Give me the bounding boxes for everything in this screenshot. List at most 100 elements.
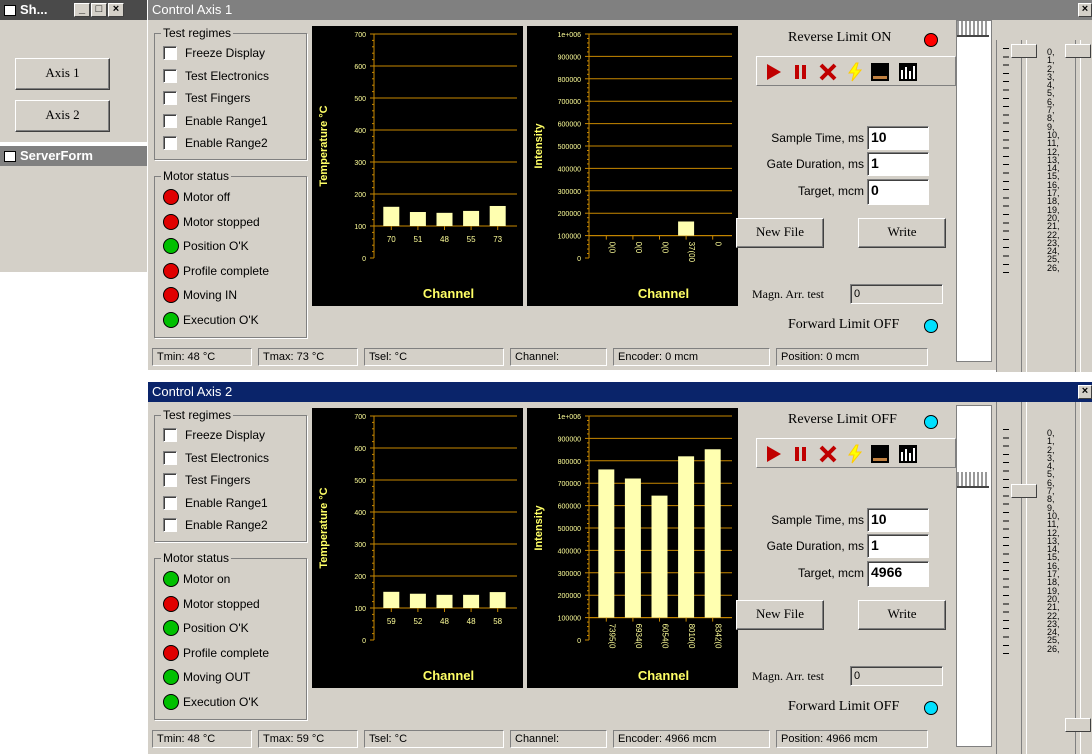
maximize-button[interactable]: □ (91, 3, 107, 17)
test-regime-checkbox[interactable]: Freeze Display (163, 428, 265, 442)
magn-arr-test-input[interactable]: 0 (850, 666, 943, 686)
minimize-button[interactable]: _ (74, 3, 90, 17)
checkbox-box[interactable] (163, 136, 177, 150)
target-label: Target, mcm (797, 566, 864, 580)
y-tick-label: 100000 (558, 616, 581, 623)
gate-duration-input[interactable]: 1 (867, 152, 929, 176)
checkbox-box[interactable] (163, 473, 177, 487)
window-icon (4, 5, 16, 17)
slider-thumb[interactable] (1011, 484, 1037, 498)
test-regime-checkbox[interactable]: Enable Range1 (163, 113, 268, 128)
checkbox-box[interactable] (163, 91, 177, 105)
checkbox-box[interactable] (163, 46, 177, 60)
status-label: Profile complete (183, 645, 270, 660)
checkbox-box[interactable] (163, 68, 177, 83)
gate-duration-input[interactable]: 1 (867, 534, 929, 558)
test-regime-checkbox[interactable]: Freeze Display (163, 46, 265, 60)
pause-icon[interactable] (791, 444, 811, 464)
slider-track[interactable] (1021, 402, 1027, 754)
checkbox-label: Test Fingers (185, 473, 251, 487)
stop-icon[interactable] (818, 62, 838, 82)
sample-time-input[interactable]: 10 (867, 508, 929, 532)
server-form-title: ServerForm (20, 148, 93, 163)
checkbox-label: Enable Range2 (185, 518, 268, 532)
y-axis-label: Intensity (533, 505, 545, 551)
write-button[interactable]: Write (858, 218, 946, 248)
bar (489, 205, 506, 226)
slider-thumb-2[interactable] (1065, 718, 1091, 732)
status-label: Motor on (183, 572, 231, 586)
y-tick-label: 100 (354, 606, 366, 613)
y-tick-label: 700000 (558, 481, 581, 488)
slider-track[interactable] (1021, 40, 1027, 372)
motor-status-item: Motor stopped (163, 213, 260, 230)
lightning-icon[interactable] (845, 62, 865, 82)
small-window-title: Sh... (20, 2, 48, 17)
test-regime-checkbox[interactable]: Test Electronics (163, 68, 270, 83)
test-regime-checkbox[interactable]: Test Electronics (163, 450, 269, 465)
close-button[interactable]: × (108, 3, 124, 17)
slider-thumb-2[interactable] (1065, 44, 1091, 58)
forward-limit-indicator-icon (924, 701, 938, 715)
bar (463, 594, 480, 608)
checkbox-box[interactable] (163, 428, 177, 442)
window-icon (4, 151, 16, 163)
target-input[interactable]: 0 (867, 179, 929, 205)
target-input[interactable]: 4966 (867, 561, 929, 587)
slider-thumb[interactable] (1011, 44, 1037, 58)
status-led-icon (163, 213, 179, 230)
control-axis-titlebar[interactable]: Control Axis 2 (148, 382, 1092, 402)
monitor-icon[interactable] (870, 62, 890, 82)
x-axis-label: Channel (423, 668, 474, 683)
status-field: Tmax: 59 °C (258, 730, 358, 748)
test-regime-checkbox[interactable]: Enable Range1 (163, 495, 268, 510)
checkbox-box[interactable] (163, 113, 177, 128)
checkbox-box[interactable] (163, 495, 177, 510)
y-tick-label: 400000 (558, 166, 581, 173)
bar-chart-icon[interactable] (898, 62, 918, 82)
status-led-icon (163, 238, 179, 255)
bar (598, 469, 615, 618)
pause-icon[interactable] (791, 62, 811, 82)
test-regime-checkbox[interactable]: Test Fingers (163, 473, 250, 487)
play-icon[interactable] (764, 444, 784, 464)
new-file-button[interactable]: New File (736, 218, 824, 248)
axis-2-button[interactable]: Axis 2 (15, 100, 110, 132)
close-button[interactable]: × (1078, 3, 1092, 17)
new-file-button[interactable]: New File (736, 600, 824, 630)
test-regime-checkbox[interactable]: Test Fingers (163, 91, 250, 105)
status-field: Channel: (510, 730, 607, 748)
y-tick-label: 500000 (558, 526, 581, 533)
axis-1-button[interactable]: Axis 1 (15, 58, 110, 90)
bar-value-label: 0(0 (607, 242, 616, 254)
bar-chart-icon[interactable] (898, 444, 918, 464)
position-ruler (956, 20, 992, 362)
server-form-window: ServerForm (0, 146, 147, 272)
status-label: Moving IN (183, 288, 238, 303)
stop-icon[interactable] (818, 444, 838, 464)
checkbox-box[interactable] (163, 518, 177, 532)
checkbox-box[interactable] (163, 450, 177, 465)
close-button[interactable]: × (1078, 385, 1092, 399)
reverse-limit-indicator-icon (924, 33, 938, 47)
status-led-icon (163, 620, 179, 637)
slider-track-2[interactable] (1075, 40, 1081, 372)
write-button[interactable]: Write (858, 600, 946, 630)
motor-status-item: Profile complete (163, 644, 270, 661)
sample-time-input[interactable]: 10 (867, 126, 929, 150)
lightning-icon[interactable] (845, 444, 865, 464)
monitor-icon[interactable] (870, 444, 890, 464)
bar (409, 212, 426, 226)
bar-value-label: 8010(0 (687, 624, 696, 649)
test-regime-checkbox[interactable]: Enable Range2 (163, 136, 268, 150)
play-icon[interactable] (764, 62, 784, 82)
slider-track-2[interactable] (1075, 402, 1081, 754)
server-form-titlebar[interactable]: ServerForm (0, 146, 147, 166)
bar (678, 221, 695, 236)
checkbox-label: Test Electronics (185, 68, 270, 83)
magn-arr-test-input[interactable]: 0 (850, 284, 943, 304)
control-axis-titlebar[interactable]: Control Axis 1 (148, 0, 1092, 20)
status-label: Execution O'K (183, 313, 259, 327)
test-regime-checkbox[interactable]: Enable Range2 (163, 518, 268, 532)
status-label: Motor stopped (183, 596, 260, 611)
